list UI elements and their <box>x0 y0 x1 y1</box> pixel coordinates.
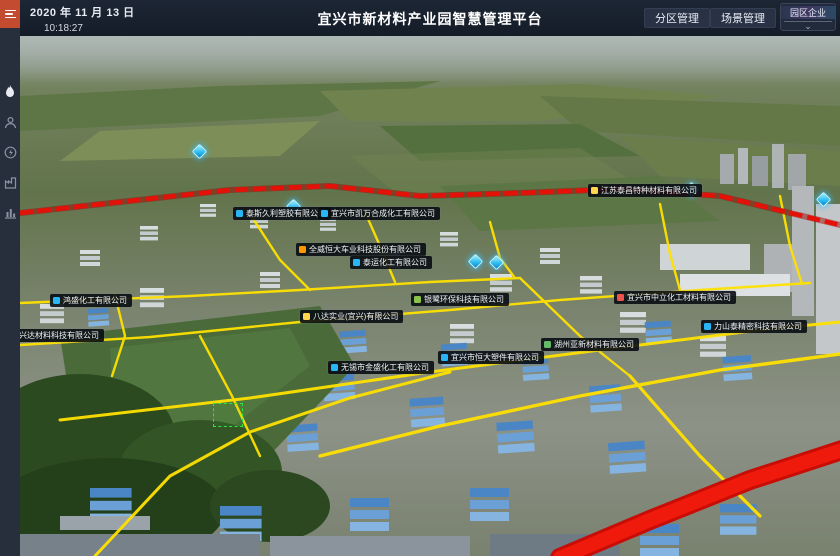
factory-marker-icon <box>704 323 711 330</box>
hamburger-icon <box>5 8 16 21</box>
company-label[interactable]: 鸿盛化工有限公司 <box>50 294 132 307</box>
factory-marker-icon <box>331 364 338 371</box>
bar-chart-icon <box>4 206 17 219</box>
company-label[interactable]: 力山泰精密科技有限公司 <box>701 320 807 333</box>
factory-marker-icon <box>617 294 624 301</box>
power-icon <box>4 146 17 159</box>
factory-marker-icon <box>299 246 306 253</box>
company-label[interactable]: 泰运化工有限公司 <box>350 256 432 269</box>
company-label[interactable]: 宜兴市凯万合成化工有限公司 <box>318 207 440 220</box>
selection-box <box>213 403 243 427</box>
scene-management-button[interactable]: 场景管理 <box>710 8 776 28</box>
company-label-text: 湖州亚新材料有限公司 <box>554 339 634 350</box>
company-label[interactable]: 宜兴市恒大塑件有限公司 <box>438 351 544 364</box>
factory-marker-icon <box>321 210 328 217</box>
sidebar-item-energy[interactable] <box>0 140 20 164</box>
left-sidebar <box>0 0 20 556</box>
company-label[interactable]: 宜兴市中立化工材料有限公司 <box>614 291 736 304</box>
flame-icon <box>4 85 16 99</box>
company-label-text: 泰斯久利塑胶有限公司 <box>246 208 326 219</box>
company-label-text: 力山泰精密科技有限公司 <box>714 321 802 332</box>
factory-marker-icon <box>591 187 598 194</box>
sidebar-item-enterprise[interactable] <box>0 170 20 194</box>
company-label[interactable]: 八达实业(宜兴)有限公司 <box>300 310 403 323</box>
company-label[interactable]: 银鹭环保科技有限公司 <box>411 293 509 306</box>
company-label[interactable]: 泰斯久利塑胶有限公司 <box>233 207 331 220</box>
company-label-text: 全威恒大车业科技股份有限公司 <box>309 244 421 255</box>
sidebar-item-statistics[interactable] <box>0 200 20 224</box>
company-label[interactable]: 湖州亚新材料有限公司 <box>541 338 639 351</box>
park-enterprise-dropdown[interactable]: 园区企业 ⌄ <box>780 3 836 31</box>
menu-button[interactable] <box>0 0 20 28</box>
company-label[interactable]: 全威恒大车业科技股份有限公司 <box>296 243 426 256</box>
company-label[interactable]: 兴达材料科技有限公司 <box>20 329 104 342</box>
factory-marker-icon <box>353 259 360 266</box>
factory-marker-icon <box>303 313 310 320</box>
company-label-text: 泰运化工有限公司 <box>363 257 427 268</box>
dropdown-selected-label: 园区企业 <box>781 6 835 19</box>
company-label-text: 鸿盛化工有限公司 <box>63 295 127 306</box>
sidebar-item-personnel[interactable] <box>0 110 20 134</box>
factory-marker-icon <box>236 210 243 217</box>
company-label[interactable]: 江苏泰昌特种材料有限公司 <box>588 184 702 197</box>
map-area[interactable]: 泰斯久利塑胶有限公司宜兴市凯万合成化工有限公司 江苏泰昌特种材料有限公司全威恒大车… <box>20 36 840 556</box>
factory-marker-icon <box>544 341 551 348</box>
factory-icon <box>4 176 17 189</box>
company-label-text: 江苏泰昌特种材料有限公司 <box>601 185 697 196</box>
company-label-text: 兴达材料科技有限公司 <box>20 330 99 341</box>
company-label-text: 宜兴市凯万合成化工有限公司 <box>331 208 435 219</box>
application-window: 泰斯久利塑胶有限公司宜兴市凯万合成化工有限公司 江苏泰昌特种材料有限公司全威恒大车… <box>0 0 840 556</box>
company-label-text: 宜兴市恒大塑件有限公司 <box>451 352 539 363</box>
company-label[interactable]: 无锡市金盛化工有限公司 <box>328 361 434 374</box>
sidebar-item-fire[interactable] <box>0 80 20 104</box>
company-label-text: 无锡市金盛化工有限公司 <box>341 362 429 373</box>
factory-marker-icon <box>414 296 421 303</box>
top-header: 2020 年 11 月 13 日 10:18:27 宜兴市新材料产业园智慧管理平… <box>20 0 840 36</box>
chevron-down-icon: ⌄ <box>781 22 835 30</box>
company-label-text: 宜兴市中立化工材料有限公司 <box>627 292 731 303</box>
user-icon <box>4 116 17 129</box>
company-label-text: 八达实业(宜兴)有限公司 <box>313 311 398 322</box>
company-label-text: 银鹭环保科技有限公司 <box>424 294 504 305</box>
factory-marker-icon <box>441 354 448 361</box>
factory-marker-icon <box>53 297 60 304</box>
zone-management-button[interactable]: 分区管理 <box>644 8 710 28</box>
